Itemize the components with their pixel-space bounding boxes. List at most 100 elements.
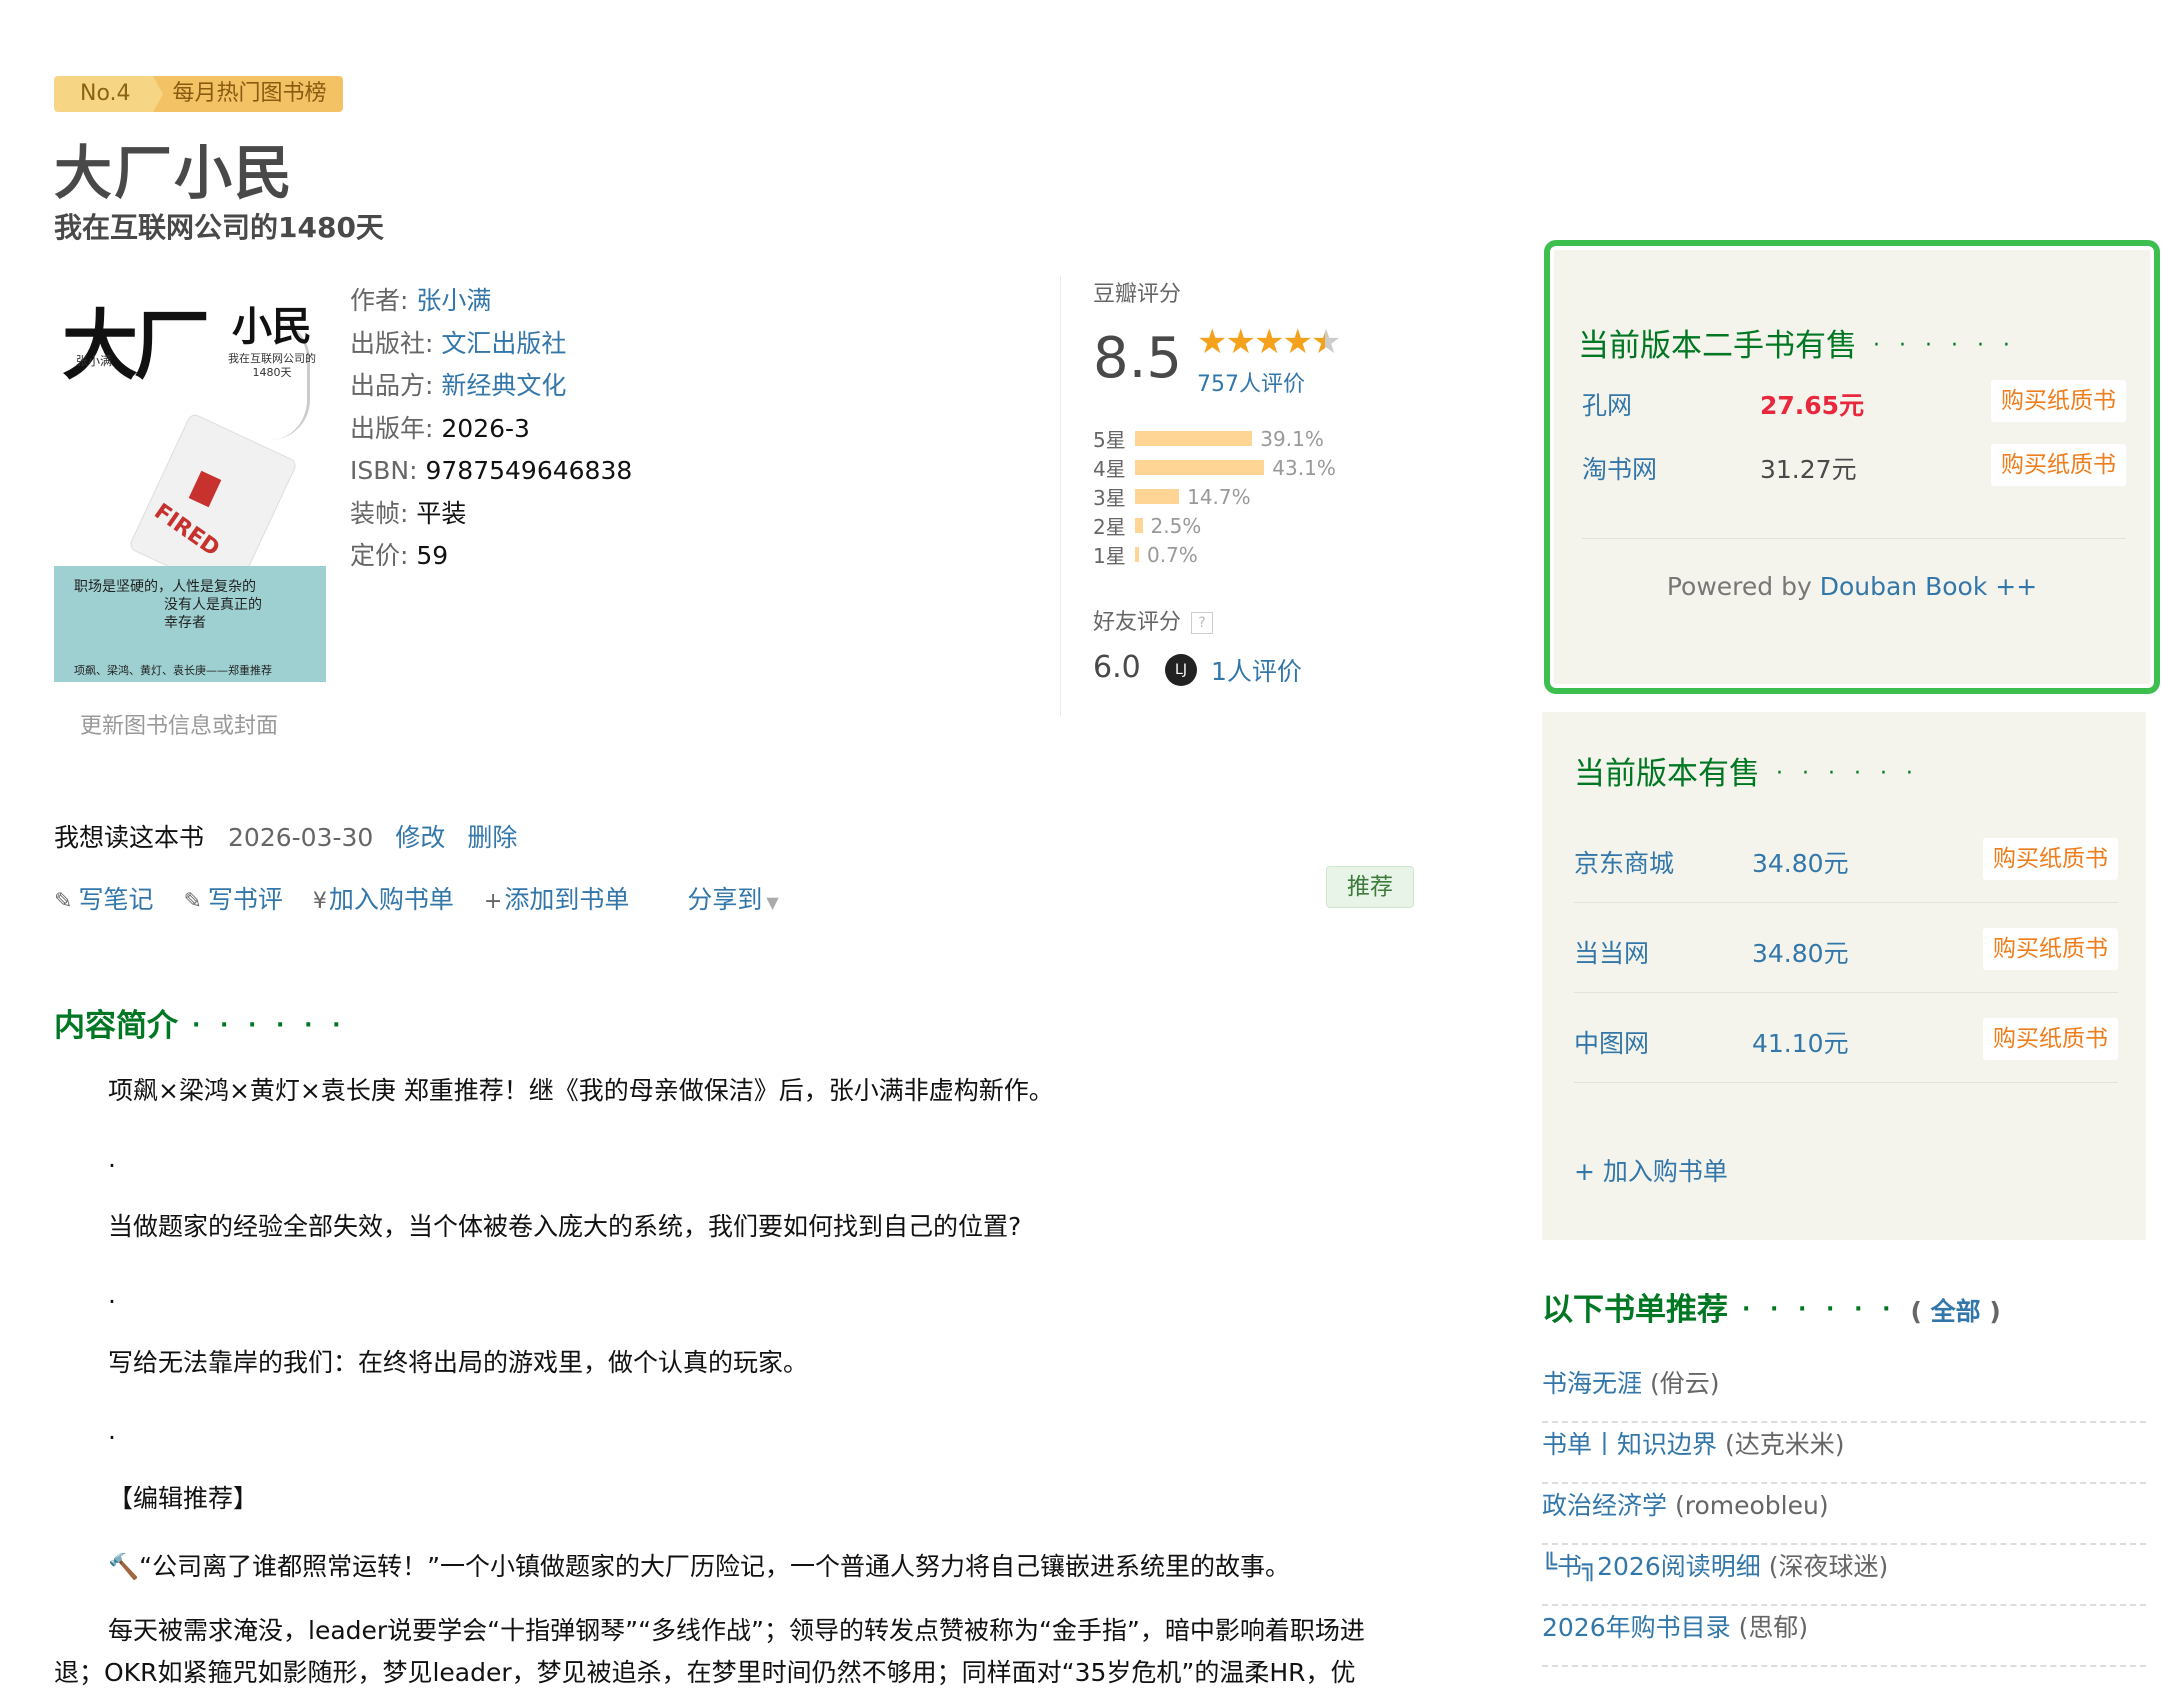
vendor-name-link[interactable]: 京东商城 [1574, 844, 1674, 880]
book-subtitle: 我在互联网公司的1480天 [54, 211, 384, 244]
rating-dist-bar [1135, 460, 1265, 475]
rating-dist-bar [1135, 518, 1143, 533]
page-title: 大厂小民 [54, 139, 295, 207]
yen-icon: ¥ [312, 889, 327, 914]
rating-dist-pct: 14.7% [1187, 484, 1251, 509]
rating-dist-bar [1135, 547, 1139, 562]
rating-distribution: 5星 39.1% 4星 43.1% 3星 14.7% 2星 2.5% 1星 0.7% [1093, 424, 1336, 569]
intro-content: 项飙×梁鸿×黄灯×袁长庚 郑重推荐！继《我的母亲做保洁》后，张小满非虚构新作。 … [54, 1070, 1414, 1698]
rating-score: 8.5 [1093, 326, 1183, 391]
plus-icon: + [483, 889, 503, 914]
list-item: 书海无涯 (佾云) [1542, 1362, 2146, 1423]
secondhand-title: 当前版本二手书有售 · · · · · · [1578, 328, 2016, 364]
buy-paper-book-button[interactable]: 购买纸质书 [1991, 444, 2126, 486]
intro-paragraph: 项飙×梁鸿×黄灯×袁长庚 郑重推荐！继《我的母亲做保洁》后，张小满非虚构新作。 [108, 1076, 1054, 1105]
cover-band: 职场是坚硬的，人性是复杂的 没有人是真正的幸存者 项飙、梁鸿、黄灯、袁长庚——郑… [54, 566, 326, 682]
half-star-icon: ★ [1310, 322, 1342, 362]
friend-rating-count-link[interactable]: 1人评价 [1211, 652, 1302, 688]
heading-dots: · · · · · · [1742, 1297, 1897, 1322]
book-cover[interactable]: 大厂 小民 张小满 我在互联网公司的1480天 FIRED 职场是坚硬的，人性是… [54, 280, 326, 682]
binding-label: 装帧: [350, 498, 409, 528]
rating-dist-pct: 0.7% [1147, 542, 1198, 567]
rank-list-name[interactable]: 每月热门图书榜 [152, 76, 343, 112]
price-label: 定价: [350, 541, 409, 570]
rating-dist-pct: 2.5% [1150, 513, 1202, 538]
booklist-list: 书海无涯 (佾云) 书单丨知识边界 (达克米米) 政治经济学 (romeoble… [1542, 1362, 2146, 1667]
rating-dist-pct: 39.1% [1260, 426, 1324, 451]
vendor-name-link[interactable]: 淘书网 [1582, 450, 1657, 486]
binding-value: 平装 [416, 498, 467, 528]
vendor-price-link[interactable]: 34.80元 [1752, 934, 1849, 970]
isbn-value: 9787549646838 [425, 456, 633, 485]
booklist-owner: (佾云) [1649, 1369, 1720, 1398]
share-dropdown[interactable]: 分享到 ▼ [687, 880, 778, 916]
delete-interest-link[interactable]: 删除 [467, 823, 517, 852]
cover-band-line1: 职场是坚硬的，人性是复杂的 [74, 579, 256, 595]
secondhand-panel: 当前版本二手书有售 · · · · · · 孔网 27.65元 购买纸质书 淘书网… [1544, 240, 2160, 694]
rating-dist-label: 4星 [1093, 457, 1126, 481]
author-label: 作者: [350, 286, 409, 315]
producer-label: 出品方: [350, 371, 434, 400]
rating-dist-row: 4星 43.1% [1093, 453, 1336, 482]
booklist-link[interactable]: 2026年购书目录 [1542, 1613, 1731, 1642]
price-value: 59 [416, 541, 449, 570]
buy-paper-book-button[interactable]: 购买纸质书 [1983, 1018, 2118, 1060]
vendor-row: 京东商城 34.80元 购买纸质书 [1574, 834, 2118, 890]
write-review-button[interactable]: ✎ 写书评 [183, 880, 282, 916]
list-item: 书单丨知识边界 (达克米米) [1542, 1423, 2146, 1484]
ranking-badge[interactable]: No.4 每月热门图书榜 [54, 76, 343, 112]
avatar[interactable]: LJ [1165, 654, 1197, 686]
rating-dist-label: 3星 [1093, 486, 1126, 510]
author-link[interactable]: 张小满 [416, 286, 491, 315]
vendor-price-link[interactable]: 34.80元 [1752, 844, 1849, 880]
booklist-link[interactable]: ╚书╗2026阅读明细 [1542, 1552, 1761, 1581]
add-to-cart-button[interactable]: ¥加入购书单 [313, 880, 454, 916]
add-to-cart-link[interactable]: + 加入购书单 [1574, 1152, 1728, 1188]
write-note-button[interactable]: ✎ 写笔记 [54, 880, 153, 916]
recommend-button[interactable]: 推荐 [1326, 866, 1414, 908]
update-cover-link[interactable]: 更新图书信息或封面 [80, 708, 278, 740]
divider [1574, 1082, 2118, 1083]
intro-heading: 内容简介 · · · · · · [54, 1008, 347, 1044]
booklist-owner: (达克米米) [1724, 1430, 1845, 1459]
all-booklists-link[interactable]: 全部 [1931, 1297, 1981, 1326]
booklist-link[interactable]: 政治经济学 [1542, 1491, 1667, 1520]
add-to-booklist-button[interactable]: +添加到书单 [484, 880, 629, 916]
douban-book-plus-link[interactable]: Douban Book ++ [1820, 572, 2037, 601]
publisher-link[interactable]: 文汇出版社 [441, 329, 566, 358]
heading-dots: · · · · · · [1873, 333, 2016, 358]
vendor-price-link[interactable]: 41.10元 [1752, 1024, 1849, 1060]
intro-dot: . [108, 1280, 116, 1309]
booklist-link[interactable]: 书海无涯 [1542, 1369, 1642, 1398]
buy-paper-book-button[interactable]: 购买纸质书 [1983, 928, 2118, 970]
vendor-name-link[interactable]: 孔网 [1582, 386, 1632, 422]
vendor-name-link[interactable]: 当当网 [1574, 934, 1649, 970]
intro-dot: . [108, 1416, 116, 1445]
divider [1574, 902, 2118, 903]
pencil-icon: ✎ [54, 889, 73, 914]
rating-count-link[interactable]: 757人评价 [1197, 366, 1305, 398]
interest-status: 我想读这本书 2026-03-30 修改 删除 [54, 818, 517, 854]
list-item: 政治经济学 (romeobleu) [1542, 1484, 2146, 1545]
divider [1574, 992, 2118, 993]
buy-paper-book-button[interactable]: 购买纸质书 [1983, 838, 2118, 880]
rating-dist-label: 2星 [1093, 515, 1126, 539]
edit-interest-link[interactable]: 修改 [395, 823, 445, 852]
interest-date: 2026-03-30 [228, 823, 374, 852]
producer-link[interactable]: 新经典文化 [441, 371, 566, 400]
vendor-price: 27.65元 [1760, 391, 1865, 420]
booklist-link[interactable]: 书单丨知识边界 [1542, 1430, 1717, 1459]
cover-subtitle: 我在互联网公司的1480天 [228, 352, 316, 379]
help-icon[interactable]: ? [1191, 612, 1214, 634]
friend-rating-label: 好友评分? [1093, 604, 1214, 636]
cover-author: 张小满 [76, 354, 113, 368]
vendor-name-link[interactable]: 中图网 [1574, 1024, 1649, 1060]
rating-dist-row: 5星 39.1% [1093, 424, 1336, 453]
intro-paragraph: 写给无法靠岸的我们：在终将出局的游戏里，做个认真的玩家。 [108, 1348, 809, 1377]
pencil-icon: ✎ [183, 889, 202, 914]
rating-label: 豆瓣评分 [1093, 282, 1182, 307]
vendor-row: 淘书网 31.27元 购买纸质书 [1582, 440, 2126, 496]
buy-paper-book-button[interactable]: 购买纸质书 [1991, 380, 2126, 422]
intro-paragraph: 退；OKR如紧箍咒如影随形，梦见leader，梦见被追杀，在梦里时间仍然不够用；… [54, 1658, 1356, 1687]
vendor-row: 孔网 27.65元 购买纸质书 [1582, 376, 2126, 432]
